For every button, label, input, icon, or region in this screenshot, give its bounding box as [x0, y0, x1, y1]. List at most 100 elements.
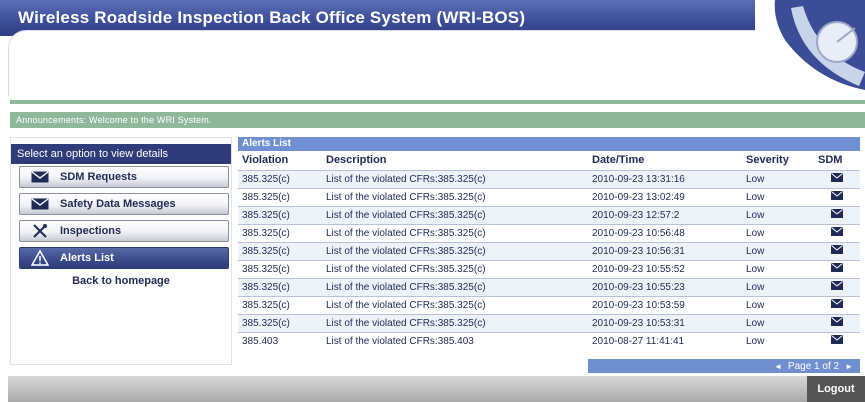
table-row[interactable]: 385.325(c) List of the violated CFRs:385…	[238, 313, 860, 332]
table-row[interactable]: 385.325(c) List of the violated CFRs:385…	[238, 205, 860, 224]
cell-severity: Low	[742, 223, 814, 242]
envelope-icon[interactable]	[831, 317, 843, 329]
cell-sdm	[814, 241, 860, 260]
envelope-icon[interactable]	[831, 263, 843, 275]
announcement-bar: Announcements: Welcome to the WRI System…	[10, 112, 865, 128]
cell-datetime: 2010-09-23 12:57:2	[588, 205, 742, 224]
cell-datetime: 2010-09-23 10:53:59	[588, 295, 742, 314]
cell-description: List of the violated CFRs:385.325(c)	[322, 205, 588, 224]
column-header-severity[interactable]: Severity	[742, 151, 814, 170]
column-header-description[interactable]: Description	[322, 151, 588, 170]
envelope-icon[interactable]	[831, 209, 843, 221]
cell-sdm	[814, 169, 860, 188]
cell-sdm	[814, 187, 860, 206]
cell-description: List of the violated CFRs:385.325(c)	[322, 169, 588, 188]
envelope-icon	[20, 171, 60, 183]
cell-violation: 385.325(c)	[238, 313, 322, 332]
cell-severity: Low	[742, 331, 814, 350]
cell-sdm	[814, 295, 860, 314]
cell-description: List of the violated CFRs:385.325(c)	[322, 187, 588, 206]
app-title: Wireless Roadside Inspection Back Office…	[18, 8, 526, 27]
cell-severity: Low	[742, 277, 814, 296]
table-row[interactable]: 385.325(c) List of the violated CFRs:385…	[238, 277, 860, 296]
envelope-icon[interactable]	[831, 299, 843, 311]
cell-sdm	[814, 331, 860, 350]
cell-description: List of the violated CFRs:385.325(c)	[322, 295, 588, 314]
cell-severity: Low	[742, 169, 814, 188]
footer-bar: Logout	[8, 376, 865, 402]
sidebar-item-label: Safety Data Messages	[60, 198, 176, 210]
page-indicator: Page 1 of 2	[787, 360, 840, 372]
sidebar-item-label: Alerts List	[60, 252, 114, 264]
cell-violation: 385.325(c)	[238, 169, 322, 188]
sidebar-item-label: SDM Requests	[60, 171, 138, 183]
sidebar-menu: Select an option to view details SDM Req…	[10, 137, 232, 365]
alerts-table: Violation Description Date/Time Severity…	[238, 151, 860, 350]
cell-datetime: 2010-09-23 10:55:52	[588, 259, 742, 278]
envelope-icon[interactable]	[831, 227, 843, 239]
envelope-icon[interactable]	[831, 191, 843, 203]
cell-violation: 385.325(c)	[238, 295, 322, 314]
cell-datetime: 2010-09-23 10:53:31	[588, 313, 742, 332]
cell-severity: Low	[742, 241, 814, 260]
cell-description: List of the violated CFRs:385.325(c)	[322, 277, 588, 296]
table-row[interactable]: 385.325(c) List of the violated CFRs:385…	[238, 223, 860, 242]
tools-icon	[20, 223, 60, 239]
cell-datetime: 2010-09-23 10:56:48	[588, 223, 742, 242]
cell-sdm	[814, 277, 860, 296]
alerts-panel: Alerts List Violation Description Date/T…	[238, 137, 860, 373]
cell-violation: 385.325(c)	[238, 205, 322, 224]
cell-severity: Low	[742, 295, 814, 314]
cell-violation: 385.325(c)	[238, 223, 322, 242]
cell-violation: 385.325(c)	[238, 241, 322, 260]
cell-sdm	[814, 313, 860, 332]
table-row[interactable]: 385.325(c) List of the violated CFRs:385…	[238, 241, 860, 260]
sidebar-item-sdm-requests[interactable]: SDM Requests	[19, 166, 229, 188]
envelope-icon[interactable]	[831, 281, 843, 293]
header-divider	[10, 100, 865, 104]
cell-datetime: 2010-09-23 10:56:31	[588, 241, 742, 260]
warning-icon	[20, 250, 60, 266]
cell-description: List of the violated CFRs:385.325(c)	[322, 223, 588, 242]
table-row[interactable]: 385.325(c) List of the violated CFRs:385…	[238, 295, 860, 314]
sidebar-item-label: Inspections	[60, 225, 122, 237]
cell-description: List of the violated CFRs:385.325(c)	[322, 259, 588, 278]
cell-violation: 385.325(c)	[238, 277, 322, 296]
logout-button[interactable]: Logout	[807, 376, 865, 402]
cell-datetime: 2010-09-23 13:31:16	[588, 169, 742, 188]
app-header: Wireless Roadside Inspection Back Office…	[0, 0, 865, 106]
next-page-arrow-icon[interactable]: ►	[845, 362, 853, 371]
column-header-violation[interactable]: Violation	[238, 151, 322, 170]
cell-violation: 385.325(c)	[238, 259, 322, 278]
sidebar-item-safety-data-messages[interactable]: Safety Data Messages	[19, 193, 229, 215]
cell-description: List of the violated CFRs:385.403	[322, 331, 588, 350]
satellite-dish-icon	[755, 0, 865, 106]
table-row[interactable]: 385.325(c) List of the violated CFRs:385…	[238, 169, 860, 188]
pagination-bar: ◄ Page 1 of 2 ►	[588, 359, 860, 373]
cell-severity: Low	[742, 187, 814, 206]
table-row[interactable]: 385.325(c) List of the violated CFRs:385…	[238, 259, 860, 278]
cell-description: List of the violated CFRs:385.325(c)	[322, 241, 588, 260]
column-header-sdm[interactable]: SDM	[814, 151, 860, 170]
envelope-icon[interactable]	[831, 245, 843, 257]
cell-description: List of the violated CFRs:385.325(c)	[322, 313, 588, 332]
cell-datetime: 2010-08-27 11:41:41	[588, 331, 742, 350]
cell-datetime: 2010-09-23 10:55:23	[588, 277, 742, 296]
sidebar-item-inspections[interactable]: Inspections	[19, 220, 229, 242]
envelope-icon[interactable]	[831, 173, 843, 185]
cell-severity: Low	[742, 205, 814, 224]
table-row[interactable]: 385.403 List of the violated CFRs:385.40…	[238, 331, 860, 350]
sidebar-item-alerts-list[interactable]: Alerts List	[19, 247, 229, 269]
cell-violation: 385.403	[238, 331, 322, 350]
alerts-title: Alerts List	[238, 137, 860, 151]
back-to-homepage-link[interactable]: Back to homepage	[11, 275, 231, 287]
prev-page-arrow-icon[interactable]: ◄	[774, 362, 782, 371]
envelope-icon[interactable]	[831, 335, 843, 347]
cell-sdm	[814, 223, 860, 242]
column-header-datetime[interactable]: Date/Time	[588, 151, 742, 170]
cell-datetime: 2010-09-23 13:02:49	[588, 187, 742, 206]
envelope-icon	[20, 198, 60, 210]
cell-severity: Low	[742, 313, 814, 332]
menu-prompt: Select an option to view details	[11, 144, 231, 164]
table-row[interactable]: 385.325(c) List of the violated CFRs:385…	[238, 187, 860, 206]
